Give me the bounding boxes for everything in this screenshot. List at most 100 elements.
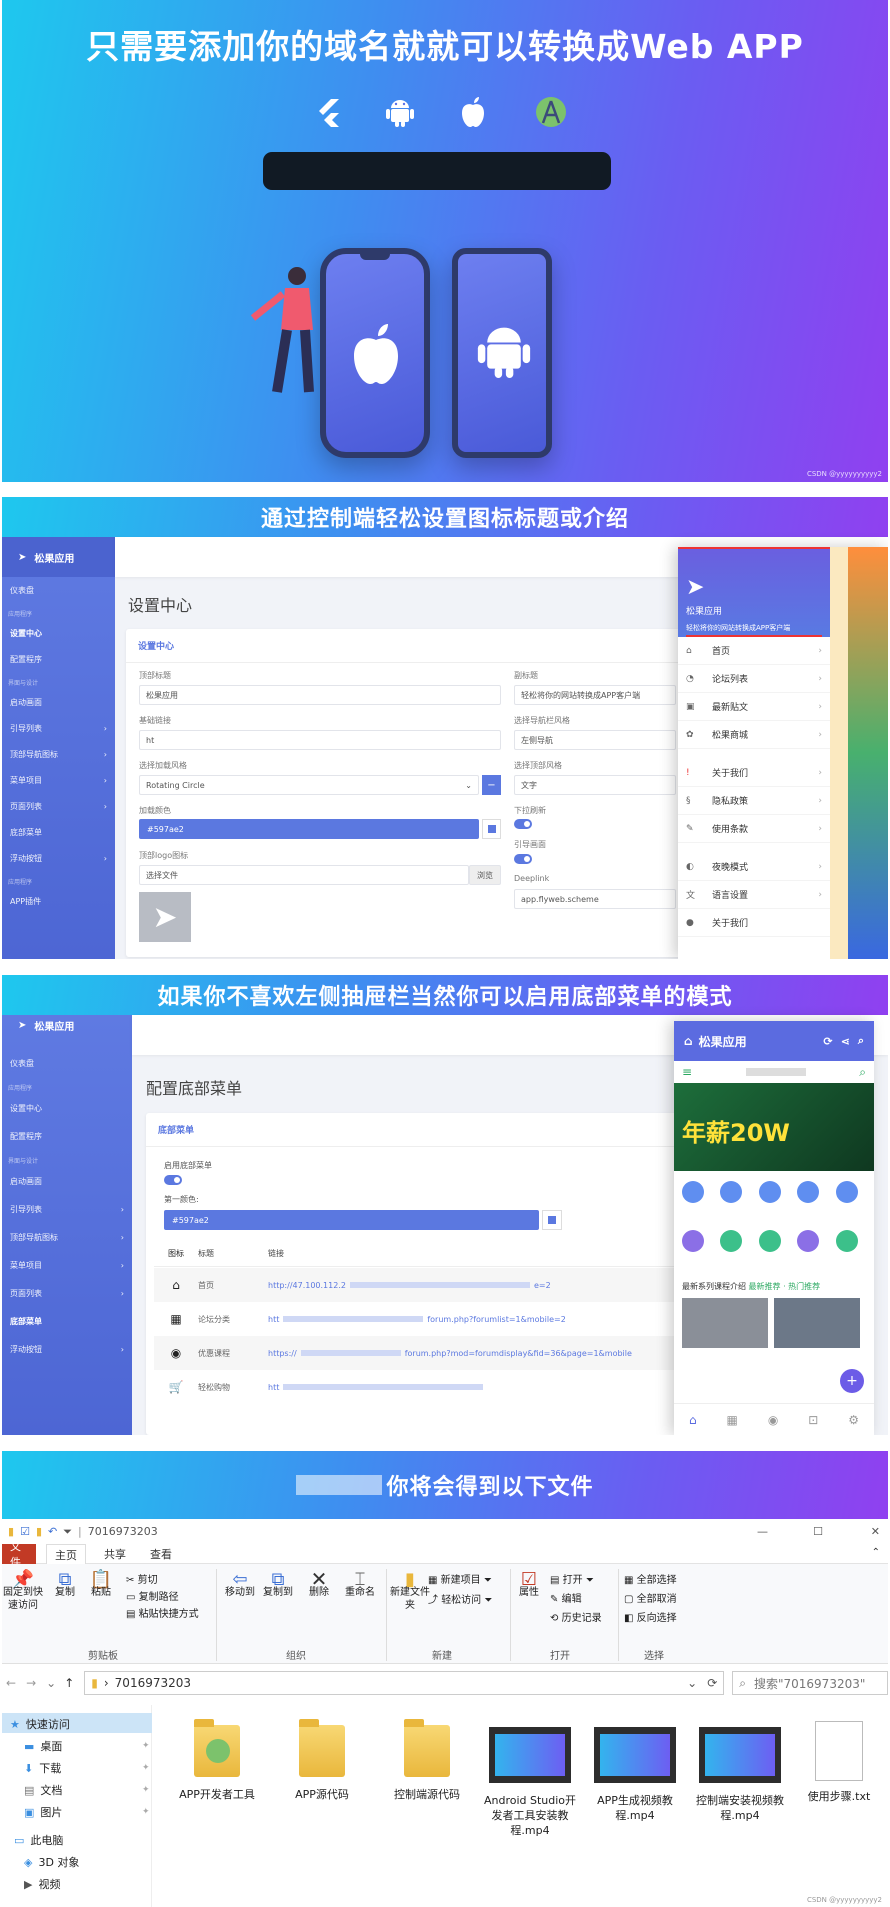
color-swatch[interactable] [482, 819, 501, 839]
search-input[interactable]: ⌕ 搜索"7016973203" [732, 1671, 888, 1695]
cart-icon[interactable]: ⊡ [808, 1413, 818, 1427]
category-icon[interactable] [720, 1230, 743, 1252]
logo-file-input[interactable]: 选择文件 [139, 865, 469, 885]
new-folder-button[interactable]: ▮ 新建文件夹 [390, 1571, 430, 1612]
refresh-icon[interactable]: ⟳ [823, 1035, 832, 1048]
tab-home[interactable]: 主页 [46, 1544, 86, 1564]
address-bar[interactable]: ▮ › 7016973203 ⌄ ⟳ [84, 1671, 725, 1695]
properties-button[interactable]: ☑ 属性 [514, 1571, 544, 1599]
drawer-item-terms[interactable]: ✎ 使用条款 › [678, 815, 830, 843]
course-icon[interactable]: ◉ [768, 1413, 778, 1427]
pin-quick-access-button[interactable]: 📌 固定到快速访问 [2, 1571, 44, 1612]
search-icon[interactable]: ⌕ [859, 1065, 866, 1080]
sidebar-item-pages[interactable]: 页面列表 › [2, 1279, 132, 1307]
nav-item-videos[interactable]: ▶ 视频 [24, 1876, 60, 1892]
file-item-app-source[interactable]: APP源代码 [272, 1719, 372, 1802]
sidebar-item-top-nav-icons[interactable]: 顶部导航图标 › [2, 741, 115, 767]
drawer-item-about[interactable]: ! 关于我们 › [678, 759, 830, 787]
close-icon[interactable]: ✕ [871, 1525, 880, 1538]
file-item-readme[interactable]: 使用步骤.txt [792, 1721, 886, 1804]
category-icon[interactable] [682, 1230, 704, 1252]
address-dropdown-icon[interactable]: ⌄ [687, 1676, 697, 1690]
fab-add-button[interactable]: + [840, 1369, 864, 1393]
drawer-item-language[interactable]: 文语言设置 › [678, 881, 830, 909]
sidebar-item-splash[interactable]: 启动画面 [2, 1167, 132, 1195]
deeplink-input[interactable]: app.flyweb.scheme [514, 889, 676, 909]
nav-item-quick-access[interactable]: ★ 快速访问 [10, 1716, 70, 1732]
sidebar-item-menu[interactable]: 菜单项目 › [2, 1251, 132, 1279]
properties-icon[interactable]: ☑ [20, 1525, 30, 1538]
color-swatch[interactable] [542, 1210, 562, 1230]
delete-button[interactable]: ✕ 删除 [304, 1569, 334, 1599]
subtitle-input[interactable]: 轻松将你的网站转换成APP客户端 [514, 685, 676, 705]
nav-style-select[interactable]: 左侧导航 [514, 730, 676, 750]
paste-shortcut-button[interactable]: ▤ 粘贴快捷方式 [126, 1605, 199, 1620]
sidebar-item-bottom-menu[interactable]: 底部菜单 [2, 819, 115, 845]
drawer-item-shop[interactable]: ✿ 松果商城 › [678, 721, 830, 749]
move-to-button[interactable]: ⇦ 移动到 [222, 1571, 258, 1599]
select-all-button[interactable]: ▦ 全部选择 [624, 1571, 677, 1586]
tab-share[interactable]: 共享 [96, 1544, 134, 1564]
recent-dropdown-icon[interactable]: ⌄ [46, 1676, 56, 1690]
sidebar-item-bottom-menu[interactable]: 底部菜单 [2, 1307, 132, 1335]
phone-banner[interactable]: 年薪20W [674, 1083, 874, 1171]
category-icon[interactable] [758, 1181, 781, 1203]
rename-button[interactable]: ⌶ 重命名 [340, 1571, 380, 1599]
drawer-item-night-mode[interactable]: ◐ 夜晚模式 › [678, 853, 830, 881]
sidebar-item-settings[interactable]: 设置中心 [2, 1094, 132, 1122]
table-row[interactable]: 🛒 轻松购物 htt [154, 1370, 674, 1404]
forward-icon[interactable]: → [26, 1676, 36, 1690]
sidebar-item-fab[interactable]: 浮动按钮 › [2, 1335, 132, 1363]
nav-item-desktop[interactable]: ▬ 桌面 [24, 1738, 62, 1754]
share-icon[interactable]: ⋖ [841, 1035, 850, 1048]
drawer-item-home[interactable]: ⌂ 首页 › [678, 637, 830, 665]
file-item-app-video[interactable]: APP生成视频教程.mp4 [585, 1727, 685, 1823]
loading-style-select[interactable]: Rotating Circle ⌄ [139, 775, 479, 795]
category-icon[interactable] [835, 1181, 858, 1203]
nav-item-3d-objects[interactable]: ◈ 3D 对象 [24, 1854, 79, 1870]
open-button[interactable]: ▤ 打开 ⏷ [550, 1571, 594, 1586]
file-item-android-studio-video[interactable]: Android Studio开发者工具安装教程.mp4 [480, 1727, 580, 1838]
refresh-icon[interactable]: ⟳ [707, 1676, 717, 1690]
minimize-icon[interactable]: — [757, 1525, 768, 1538]
table-row[interactable]: ▦ 论坛分类 htt forum.php?forumlist=1&mobile=2 [154, 1302, 674, 1336]
file-item-app-dev-tools[interactable]: APP开发者工具 [167, 1719, 267, 1802]
sidebar-item-dashboard[interactable]: 仪表盘 [2, 1049, 132, 1077]
new-folder-icon[interactable]: ▮ [36, 1525, 42, 1538]
sidebar-brand[interactable]: ➤ 松果应用 [2, 1015, 132, 1035]
select-none-button[interactable]: ▢ 全部取消 [624, 1590, 677, 1605]
back-icon[interactable]: ← [6, 1676, 16, 1690]
category-icon[interactable] [797, 1181, 820, 1203]
copy-to-button[interactable]: ⧉ 复制到 [260, 1571, 296, 1599]
base-link-input[interactable]: ht [139, 730, 501, 750]
category-icon[interactable] [682, 1181, 704, 1203]
category-icon[interactable] [720, 1181, 743, 1203]
gear-icon[interactable]: ⚙ [848, 1413, 859, 1427]
category-icon[interactable] [835, 1230, 858, 1252]
easy-access-button[interactable]: ⤴ 轻松访问 ⏷ [428, 1591, 492, 1606]
drawer-item-privacy[interactable]: § 隐私政策 › [678, 787, 830, 815]
menu-icon[interactable]: ≡ [682, 1065, 692, 1079]
nav-item-pictures[interactable]: ▣ 图片 [24, 1804, 62, 1820]
file-item-console-source[interactable]: 控制端源代码 [377, 1719, 477, 1802]
color-input[interactable]: #597ae2 [164, 1210, 539, 1230]
drawer-item-forum[interactable]: ◔ 论坛列表 › [678, 665, 830, 693]
up-icon[interactable]: ↑ [64, 1676, 74, 1690]
loading-color-input[interactable]: #597ae2 [139, 819, 479, 839]
sidebar-item-top-nav-icons[interactable]: 顶部导航图标 › [2, 1223, 132, 1251]
sidebar-item-config[interactable]: 配置程序 [2, 1122, 132, 1150]
home-icon[interactable]: ⌂ [689, 1413, 697, 1427]
minus-button[interactable]: − [482, 775, 501, 795]
nav-item-this-pc[interactable]: ▭ 此电脑 [14, 1832, 63, 1848]
invert-selection-button[interactable]: ◧ 反向选择 [624, 1609, 677, 1624]
sidebar-item-pages[interactable]: 页面列表 › [2, 793, 115, 819]
tab-file[interactable]: 文件 [2, 1540, 36, 1569]
cut-button[interactable]: ✂ 剪切 [126, 1571, 158, 1586]
top-style-select[interactable]: 文字 [514, 775, 676, 795]
undo-icon[interactable]: ↶ [48, 1525, 57, 1538]
guide-toggle[interactable] [514, 854, 532, 864]
table-row[interactable]: ⌂ 首页 http://47.100.112.2 e=2 [154, 1268, 674, 1302]
new-item-button[interactable]: ▦ 新建项目 ⏷ [428, 1571, 492, 1586]
enable-bottom-menu-toggle[interactable] [164, 1175, 182, 1185]
sidebar-item-plugins[interactable]: APP插件 [2, 888, 115, 914]
